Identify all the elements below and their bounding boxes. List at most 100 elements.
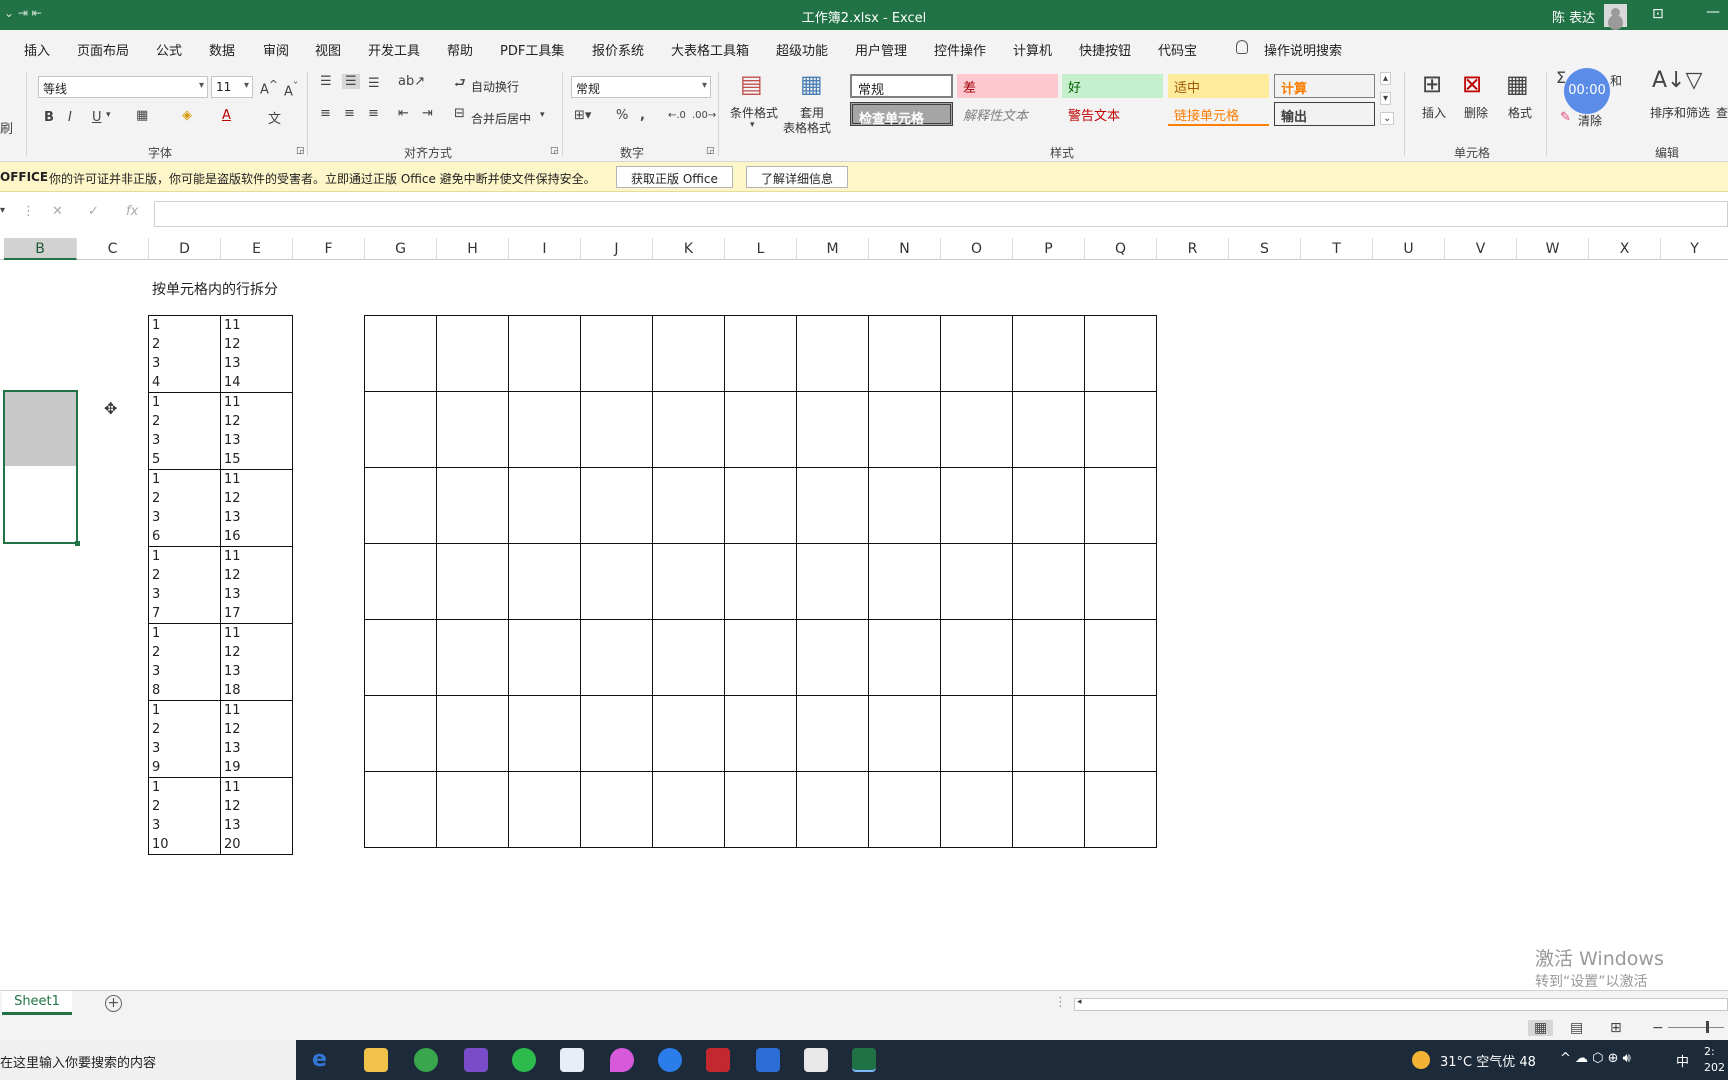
- grid-cell[interactable]: [940, 771, 1013, 848]
- column-header-d[interactable]: D: [149, 238, 221, 260]
- column-header-f[interactable]: F: [293, 238, 365, 260]
- grid-cell[interactable]: [1084, 619, 1157, 696]
- cell-d[interactable]: 1 2 3 10: [148, 777, 221, 855]
- grid-cell[interactable]: [580, 695, 653, 772]
- wechat-icon[interactable]: [512, 1048, 536, 1072]
- cancel-icon[interactable]: ✕: [52, 204, 63, 219]
- zoom-out-icon[interactable]: −: [1652, 1020, 1664, 1036]
- column-header-w[interactable]: W: [1517, 238, 1589, 260]
- tab-developer[interactable]: 开发工具: [368, 40, 420, 59]
- cell-d[interactable]: 1 2 3 7: [148, 546, 221, 624]
- grid-cell[interactable]: [436, 467, 509, 544]
- grid-cell[interactable]: [940, 619, 1013, 696]
- style-bad[interactable]: 差: [957, 74, 1058, 98]
- zoom-slider-thumb[interactable]: [1706, 1021, 1709, 1033]
- grid-cell[interactable]: [364, 543, 437, 620]
- grid-cell[interactable]: [724, 391, 797, 468]
- format-cells-icon[interactable]: ▦: [1506, 70, 1529, 98]
- qq-browser-icon[interactable]: [658, 1048, 682, 1072]
- align-left-icon[interactable]: ≡: [320, 106, 331, 121]
- grid-cell[interactable]: [868, 695, 941, 772]
- grid-cell[interactable]: [1012, 315, 1085, 392]
- tab-insert[interactable]: 插入: [24, 40, 50, 59]
- column-header-g[interactable]: G: [365, 238, 437, 260]
- cell-e[interactable]: 11 12 13 17: [220, 546, 293, 624]
- column-header-n[interactable]: N: [869, 238, 941, 260]
- merge-dropdown-icon[interactable]: ▾: [540, 110, 545, 120]
- styles-more-icon[interactable]: ⌄: [1380, 112, 1395, 125]
- baidu-netdisk-icon[interactable]: [560, 1048, 584, 1072]
- grid-cell[interactable]: [508, 543, 581, 620]
- merge-center-icon[interactable]: ⊟: [454, 106, 465, 121]
- align-bottom-icon[interactable]: ☰: [368, 76, 380, 91]
- font-color-icon[interactable]: A: [222, 108, 231, 123]
- grid-cell[interactable]: [1084, 771, 1157, 848]
- grid-cell[interactable]: [1084, 543, 1157, 620]
- clear-icon[interactable]: ✎: [1560, 110, 1571, 125]
- grid-cell[interactable]: [724, 771, 797, 848]
- conditional-format-button[interactable]: 条件格式: [730, 104, 778, 121]
- grid-cell[interactable]: [436, 543, 509, 620]
- selected-range[interactable]: [3, 390, 80, 546]
- grid-cell[interactable]: [796, 695, 869, 772]
- decrease-font-icon[interactable]: Aˇ: [284, 80, 298, 99]
- ie-browser-icon[interactable]: e: [312, 1048, 336, 1072]
- table-format-icon[interactable]: ▦: [800, 70, 823, 98]
- grid-cell[interactable]: [796, 315, 869, 392]
- column-header-e[interactable]: E: [221, 238, 293, 260]
- font-name-select[interactable]: 等线: [38, 76, 208, 98]
- column-header-u[interactable]: U: [1373, 238, 1445, 260]
- style-calculation[interactable]: 计算: [1274, 74, 1375, 98]
- conditional-format-dropdown-icon[interactable]: ▾: [750, 120, 755, 130]
- user-name[interactable]: 陈 表达: [1552, 7, 1595, 26]
- ribbon-display-options-icon[interactable]: ⊡: [1652, 6, 1664, 22]
- grid-cell[interactable]: [940, 543, 1013, 620]
- grid-cell[interactable]: [364, 467, 437, 544]
- tab-calculator[interactable]: 计算机: [1013, 40, 1052, 59]
- grid-cell[interactable]: [868, 315, 941, 392]
- zoom-slider[interactable]: [1668, 1027, 1724, 1028]
- tab-data[interactable]: 数据: [209, 40, 235, 59]
- column-header-l[interactable]: L: [725, 238, 797, 260]
- decrease-decimal-icon[interactable]: .00→: [692, 110, 716, 121]
- format-painter-icon[interactable]: 刷: [0, 118, 13, 137]
- ime-indicator[interactable]: 中: [1676, 1051, 1689, 1070]
- tab-shortcut-buttons[interactable]: 快捷按钮: [1079, 40, 1131, 59]
- style-check-cell[interactable]: 检查单元格: [850, 102, 953, 127]
- align-right-icon[interactable]: ≡: [368, 106, 379, 121]
- find-select-button[interactable]: 查: [1716, 104, 1728, 121]
- style-good[interactable]: 好: [1062, 74, 1163, 98]
- tab-code-treasure[interactable]: 代码宝: [1158, 40, 1197, 59]
- tab-formulas[interactable]: 公式: [156, 40, 182, 59]
- font-dialog-launcher-icon[interactable]: ◲: [296, 146, 305, 156]
- grid-cell[interactable]: [364, 695, 437, 772]
- style-warning[interactable]: 警告文本: [1062, 102, 1163, 126]
- cell-d[interactable]: 1 2 3 9: [148, 700, 221, 778]
- grid-cell[interactable]: [724, 619, 797, 696]
- column-header-t[interactable]: T: [1301, 238, 1373, 260]
- grid-cell[interactable]: [652, 619, 725, 696]
- grid-cell[interactable]: [652, 467, 725, 544]
- horizontal-scrollbar[interactable]: ◂: [1074, 997, 1728, 1011]
- grid-cell[interactable]: [1084, 467, 1157, 544]
- taskbar-search[interactable]: 在这里输入你要搜索的内容: [0, 1040, 296, 1080]
- grid-cell[interactable]: [580, 771, 653, 848]
- cell-e[interactable]: 11 12 13 16: [220, 469, 293, 547]
- column-header-h[interactable]: H: [437, 238, 509, 260]
- fill-color-icon[interactable]: ◈: [182, 108, 192, 123]
- style-neutral[interactable]: 适中: [1168, 74, 1269, 98]
- format-cells-button[interactable]: 格式: [1508, 104, 1532, 121]
- cell-d[interactable]: 1 2 3 6: [148, 469, 221, 547]
- cell-d[interactable]: 1 2 3 5: [148, 392, 221, 470]
- column-header-x[interactable]: X: [1589, 238, 1661, 260]
- style-normal[interactable]: 常规: [850, 74, 953, 98]
- screenshot-tool-icon[interactable]: [804, 1048, 828, 1072]
- grid-cell[interactable]: [724, 695, 797, 772]
- access-icon[interactable]: [706, 1048, 730, 1072]
- grid-cell[interactable]: [508, 695, 581, 772]
- grid-cell[interactable]: [1012, 467, 1085, 544]
- grid-cell[interactable]: [508, 391, 581, 468]
- grid-cell[interactable]: [1084, 315, 1157, 392]
- decrease-indent-icon[interactable]: ⇤: [398, 106, 409, 121]
- grid-cell[interactable]: [652, 315, 725, 392]
